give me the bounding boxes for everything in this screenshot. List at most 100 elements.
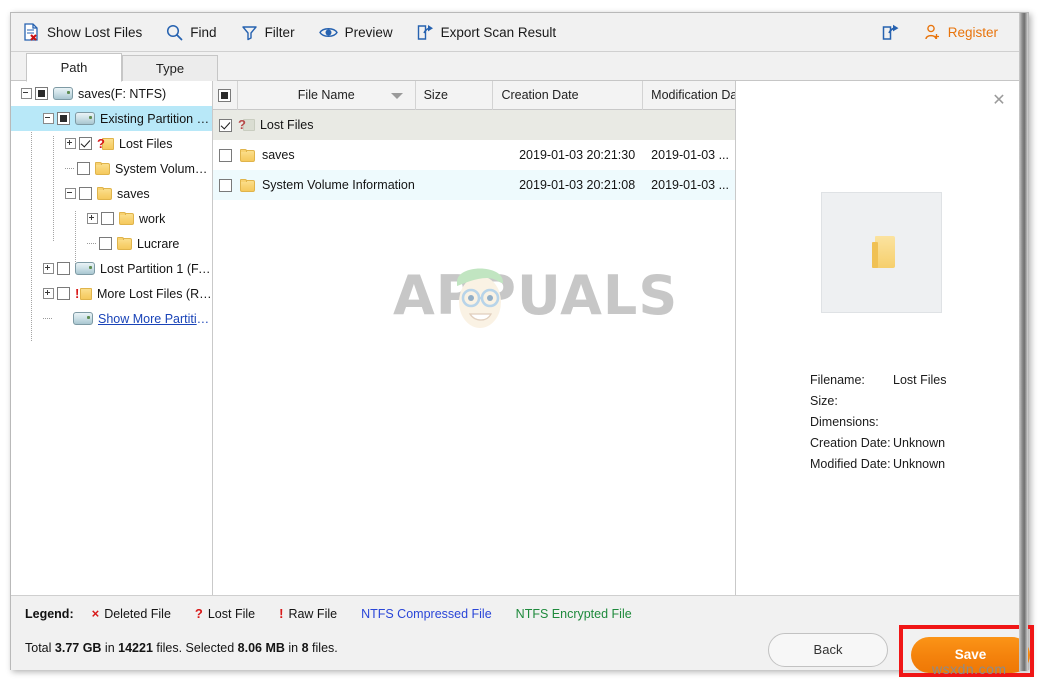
partition-tree-panel[interactable]: saves(F: NTFS) Existing Partition (N... …	[11, 81, 213, 595]
row-checkbox[interactable]	[218, 118, 232, 132]
selected-file-count: 8	[301, 641, 309, 655]
folder-icon	[97, 187, 112, 200]
tree-item-lost-files[interactable]: ? Lost Files	[11, 131, 212, 156]
drive-icon	[75, 112, 95, 125]
expander-plus-icon[interactable]	[65, 138, 76, 149]
column-header-creation-date[interactable]: Creation Date	[493, 81, 644, 110]
row-file-name: Lost Files	[259, 118, 314, 132]
row-size	[416, 110, 494, 140]
select-all-checkbox[interactable]	[218, 88, 232, 102]
column-header-size[interactable]: Size	[416, 81, 494, 110]
header-select-all-checkbox[interactable]	[213, 81, 238, 110]
metadata-row: Modified Date: Unknown	[810, 453, 1010, 474]
row-checkbox[interactable]	[218, 148, 232, 162]
tree-checkbox[interactable]	[99, 237, 112, 250]
tree-connector	[65, 167, 74, 170]
table-row[interactable]: ? Lost Files	[213, 110, 735, 140]
tree-checkbox[interactable]	[57, 287, 70, 300]
metadata-value: Unknown	[893, 456, 946, 471]
folder-icon	[239, 178, 255, 192]
user-plus-icon	[924, 24, 941, 41]
lost-folder-icon: ?	[238, 118, 255, 132]
lost-badge-mark: ?	[97, 135, 105, 151]
row-modification-date: 2019-01-03 ...	[651, 148, 730, 162]
deleted-file-mark-icon: ×	[91, 606, 100, 621]
tree-item-show-more-partitions[interactable]: Show More Partitions	[11, 306, 212, 331]
toolbar-item-label: Filter	[264, 24, 295, 40]
toolbar-show-lost-files-button[interactable]: Show Lost Files	[11, 13, 154, 51]
expander-plus-icon[interactable]	[43, 263, 54, 274]
status-prefix: Total	[25, 641, 55, 655]
total-file-count: 14221	[118, 641, 153, 655]
row-file-name: saves	[261, 148, 295, 162]
tree-item-existing-partition[interactable]: Existing Partition (N...	[11, 106, 212, 131]
raw-badge-mark: !	[75, 285, 80, 301]
toolbar-share-button[interactable]	[870, 13, 912, 51]
table-row[interactable]: System Volume Information 2019-01-03 20:…	[213, 170, 735, 200]
export-icon	[417, 24, 434, 41]
sort-descending-icon	[390, 92, 403, 99]
status-mid-3: in	[284, 641, 302, 655]
tree-item-lost-partition-1[interactable]: Lost Partition 1 (FAT...	[11, 256, 212, 281]
row-creation-date: 2019-01-03 20:21:08	[519, 178, 636, 192]
tree-item-lucrare[interactable]: Lucrare	[11, 231, 212, 256]
window-right-edge	[1019, 13, 1028, 671]
tree-item-work[interactable]: work	[11, 206, 212, 231]
tree-checkbox[interactable]	[57, 262, 70, 275]
toolbar-find-button[interactable]: Find	[154, 13, 228, 51]
table-row[interactable]: saves 2019-01-03 20:21:30 2019-01-03 ...	[213, 140, 735, 170]
row-checkbox[interactable]	[218, 178, 232, 192]
column-header-modification-date[interactable]: Modification Dat	[643, 81, 735, 110]
column-header-file-name[interactable]: File Name	[238, 81, 416, 110]
tab-path[interactable]: Path	[26, 53, 122, 82]
tree-checkbox[interactable]	[35, 87, 48, 100]
toolbar-preview-button[interactable]: Preview	[307, 13, 405, 51]
row-checkbox-cell[interactable]	[213, 110, 238, 140]
drive-icon	[73, 312, 93, 325]
expander-minus-icon[interactable]	[65, 188, 76, 199]
metadata-key: Creation Date:	[810, 435, 891, 450]
expander-minus-icon[interactable]	[21, 88, 32, 99]
row-checkbox-cell[interactable]	[213, 140, 238, 170]
total-size: 3.77 GB	[54, 641, 102, 655]
tree-checkbox[interactable]	[101, 212, 114, 225]
tree-item-label: Lost Partition 1 (FAT...	[100, 261, 212, 276]
tree-item-label: Lucrare	[137, 236, 180, 251]
tree-item-saves-folder[interactable]: saves	[11, 181, 212, 206]
metadata-value: Lost Files	[893, 372, 947, 387]
tab-type[interactable]: Type	[122, 55, 218, 82]
tree-checkbox[interactable]	[79, 187, 92, 200]
status-suffix: files.	[308, 641, 338, 655]
back-button[interactable]: Back	[768, 633, 888, 667]
row-modification-date	[643, 110, 735, 140]
metadata-row: Size:	[810, 390, 1010, 411]
toolbar-export-scan-result-button[interactable]: Export Scan Result	[405, 13, 569, 51]
toolbar-item-label: Export Scan Result	[440, 24, 557, 40]
close-icon[interactable]: ✕	[990, 91, 1008, 109]
metadata-row: Filename: Lost Files	[810, 369, 1010, 390]
tree-item-system-volume-information[interactable]: System Volume ...	[11, 156, 212, 181]
status-text: Total 3.77 GB in 14221 files. Selected 8…	[25, 641, 338, 655]
expander-plus-icon[interactable]	[87, 213, 98, 224]
application-window: Show Lost Files Find Filter Preview Expo…	[10, 12, 1034, 677]
show-more-partitions-link[interactable]: Show More Partitions	[98, 312, 212, 326]
row-checkbox-cell[interactable]	[213, 170, 238, 200]
row-modification-date: 2019-01-03 ...	[651, 178, 730, 192]
tree-connector	[87, 242, 96, 245]
toolbar-register-button[interactable]: Register	[912, 13, 1020, 51]
tree-checkbox[interactable]	[57, 112, 70, 125]
watermark-text: APPUALS	[393, 264, 679, 327]
legend-item-lost-file: ? Lost File	[195, 606, 255, 621]
tree-checkbox[interactable]	[79, 137, 92, 150]
eye-icon	[318, 25, 338, 40]
file-list-panel[interactable]: File Name Size Creation Date Modificatio…	[213, 81, 736, 595]
expander-minus-icon[interactable]	[43, 113, 54, 124]
toolbar-filter-button[interactable]: Filter	[229, 13, 307, 51]
tree-item-drive-saves[interactable]: saves(F: NTFS)	[11, 81, 212, 106]
expander-plus-icon[interactable]	[43, 288, 54, 299]
folder-icon	[239, 148, 255, 162]
tree-checkbox[interactable]	[77, 162, 90, 175]
search-icon	[166, 24, 183, 41]
legend-item-label: Raw File	[288, 606, 338, 621]
tree-item-more-lost-files[interactable]: ! More Lost Files (RA...	[11, 281, 212, 306]
